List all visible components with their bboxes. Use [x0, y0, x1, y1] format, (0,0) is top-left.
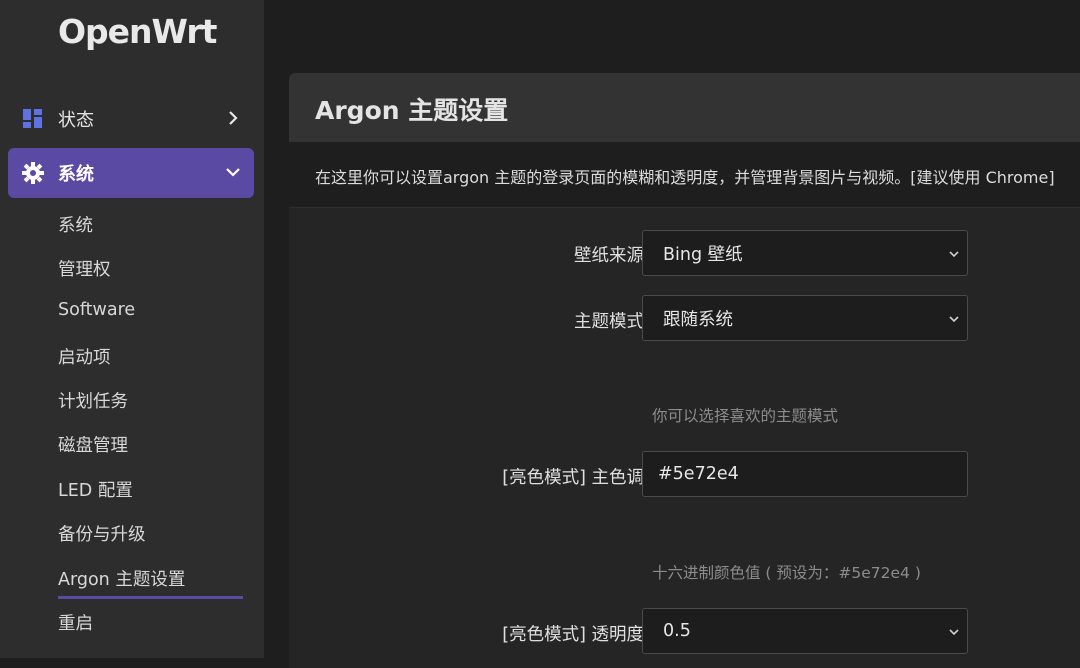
- light-primary-label: [亮色模式] 主色调: [502, 468, 644, 488]
- chevron-right-icon: [229, 111, 238, 125]
- wallpaper-source-label: 壁纸来源: [574, 246, 644, 266]
- chevron-down-icon: [949, 629, 959, 636]
- theme-mode-hint: 你可以选择喜欢的主题模式: [652, 407, 839, 425]
- main-content: Argon 主题设置 在这里你可以设置argon 主题的登录页面的模糊和透明度，…: [264, 0, 1080, 668]
- sidebar-item-label: 系统: [58, 164, 94, 185]
- light-primary-hint: 十六进制颜色值 ( 预设为：#5e72e4 ): [652, 564, 921, 582]
- active-indicator: [58, 596, 243, 599]
- sidebar-subitem-crontab[interactable]: 计划任务: [58, 388, 128, 413]
- theme-mode-label: 主题模式: [574, 312, 644, 332]
- sidebar-item-label: 状态: [58, 110, 94, 131]
- select-value: Bing 壁纸: [663, 244, 743, 265]
- page-description: 在这里你可以设置argon 主题的登录页面的模糊和透明度，并管理背景图片与视频。…: [315, 168, 1055, 187]
- sidebar: OpenWrt 状态 系统 系统 管理权 Software 启动项 计划任务 磁…: [0, 0, 264, 658]
- chevron-down-icon: [949, 251, 959, 258]
- sidebar-item-status[interactable]: 状态: [8, 94, 254, 144]
- settings-panel: 壁纸来源 Bing 壁纸 主题模式 跟随系统 你可以选择喜欢的主题模式 [亮色模…: [289, 207, 1080, 668]
- wallpaper-source-select[interactable]: Bing 壁纸: [642, 230, 968, 276]
- page-title: Argon 主题设置: [315, 96, 509, 125]
- sidebar-subitem-startup[interactable]: 启动项: [58, 344, 111, 369]
- sidebar-subitem-argon[interactable]: Argon 主题设置: [58, 566, 185, 591]
- dashboard-icon: [23, 109, 42, 128]
- openwrt-logo[interactable]: OpenWrt: [58, 12, 217, 51]
- sidebar-item-system[interactable]: 系统: [8, 148, 254, 198]
- select-value: 0.5: [663, 621, 691, 641]
- light-transparency-label: [亮色模式] 透明度: [502, 625, 644, 645]
- sidebar-subitem-admin[interactable]: 管理权: [58, 256, 111, 281]
- sidebar-subitem-reboot[interactable]: 重启: [58, 610, 93, 635]
- chevron-down-icon: [949, 316, 959, 323]
- sidebar-subitem-backup[interactable]: 备份与升级: [58, 521, 146, 546]
- light-transparency-select[interactable]: 0.5: [642, 608, 968, 654]
- select-value: 跟随系统: [663, 309, 733, 330]
- light-primary-input[interactable]: #5e72e4: [642, 451, 968, 497]
- sidebar-subitem-led[interactable]: LED 配置: [58, 477, 133, 502]
- page-header: Argon 主题设置: [289, 73, 1080, 142]
- theme-mode-select[interactable]: 跟随系统: [642, 295, 968, 341]
- sidebar-subitem-disk[interactable]: 磁盘管理: [58, 432, 128, 457]
- sidebar-subitem-system[interactable]: 系统: [58, 212, 93, 237]
- chevron-down-icon: [226, 168, 240, 177]
- gear-icon: [22, 162, 44, 184]
- input-value: #5e72e4: [658, 464, 739, 484]
- sidebar-subitem-software[interactable]: Software: [58, 300, 135, 320]
